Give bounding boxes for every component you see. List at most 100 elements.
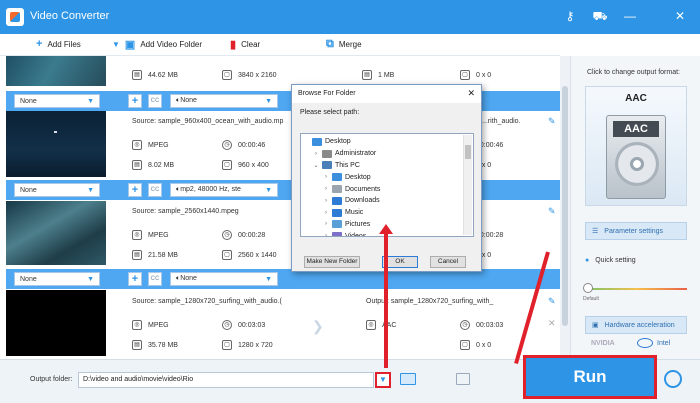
run-button[interactable]: Run <box>523 355 657 399</box>
add-subtitle-button[interactable]: + <box>128 183 142 197</box>
quality-slider-track[interactable] <box>587 288 687 290</box>
merge-output-icon[interactable] <box>456 373 470 385</box>
cc-icon[interactable]: CC <box>148 272 162 286</box>
trash-icon: ▮ <box>230 39 237 51</box>
tree-item[interactable]: › Videos <box>303 230 380 236</box>
format-label: AAC <box>625 93 647 104</box>
chevron-right-icon[interactable]: › <box>323 198 329 204</box>
cc-icon[interactable]: CC <box>148 94 162 108</box>
close-icon[interactable]: ✕ <box>548 318 556 329</box>
resolution-icon: ▢ <box>222 160 232 170</box>
add-video-folder-button[interactable]: ▼ ▣ Add Video Folder <box>112 38 202 51</box>
output-format-selector[interactable]: AAC AAC <box>585 86 687 206</box>
tree-item[interactable]: › Pictures <box>303 219 380 231</box>
tree-item[interactable]: ⌄ This PC <box>303 160 380 172</box>
open-folder-icon[interactable] <box>400 373 416 385</box>
chevron-right-icon[interactable]: › <box>323 186 329 192</box>
tree-item[interactable]: › Music <box>303 207 380 219</box>
dialog-close-icon[interactable]: ✕ <box>467 88 475 99</box>
subtitle-dropdown[interactable]: None ▼ <box>14 272 100 286</box>
chevron-down-icon: ▼ <box>87 97 94 105</box>
source-duration: ◷ 00:00:46 <box>222 140 265 150</box>
make-new-folder-button[interactable]: Make New Folder <box>304 256 360 268</box>
minimize-icon[interactable]: — <box>622 8 638 24</box>
chevron-right-icon[interactable]: › <box>323 221 329 227</box>
chevron-right-icon[interactable]: › <box>323 210 329 216</box>
source-resolution: ▢ 2560 x 1440 <box>222 250 277 260</box>
tree-item[interactable]: › Administrator <box>303 148 380 160</box>
aac-tag: AAC <box>613 121 659 137</box>
edit-icon[interactable]: ✎ <box>548 206 556 217</box>
quality-slider-handle[interactable] <box>583 283 593 293</box>
title-bar: Video Converter ⚷ ⛟ — ✕ <box>0 0 700 34</box>
speaker-icon: 🔈︎None <box>176 275 197 282</box>
hardware-acceleration-button[interactable]: ▣ Hardware acceleration <box>585 316 687 334</box>
output-resolution: ▢0 x 0 <box>460 340 491 350</box>
format-icon: ◎ <box>132 320 142 330</box>
tree-item[interactable]: Desktop <box>303 136 380 148</box>
subtitle-dropdown[interactable]: None ▼ <box>14 94 100 108</box>
chevron-down-icon: ▼ <box>379 375 387 384</box>
intel-label[interactable]: Intel <box>657 340 670 347</box>
output-folder-field[interactable]: D:\video and audio\movie\video\Rio <box>78 372 374 388</box>
clear-button[interactable]: ▮ Clear <box>230 38 260 51</box>
audio-track-dropdown[interactable]: 🔈︎None ▼ <box>170 94 278 108</box>
annotation-arrow-head <box>379 224 393 234</box>
audio-track-dropdown[interactable]: 🔈︎mp2, 48000 Hz, ste ▼ <box>170 183 278 197</box>
video-thumbnail[interactable] <box>6 290 106 356</box>
toolbar: + Add Files ▼ ▣ Add Video Folder ▮ Clear… <box>0 34 560 56</box>
aac-format-icon: AAC <box>606 115 666 199</box>
clock-icon: ◷ <box>222 140 232 150</box>
edit-icon[interactable]: ✎ <box>548 296 556 307</box>
file-size-icon: ▤ <box>132 250 142 260</box>
chevron-right-icon[interactable]: › <box>323 174 329 180</box>
tree-item[interactable]: › Documents <box>303 183 380 195</box>
audio-track-dropdown[interactable]: 🔈︎None ▼ <box>170 272 278 286</box>
tree-item[interactable]: › Downloads <box>303 195 380 207</box>
chevron-right-icon[interactable]: › <box>313 151 319 157</box>
video-thumbnail[interactable] <box>6 111 106 177</box>
tree-scrollbar[interactable] <box>463 135 472 235</box>
dialog-prompt: Please select path: <box>300 109 360 116</box>
speaker-icon: 🔈︎mp2, 48000 Hz, ste <box>176 186 241 193</box>
nvidia-badge[interactable]: NVIDIA <box>591 340 615 347</box>
close-icon[interactable]: ✕ <box>672 8 688 24</box>
source-resolution: ▢ 1280 x 720 <box>222 340 273 350</box>
file-size-icon: ▤ <box>132 160 142 170</box>
tree-item-label: Administrator <box>335 150 377 158</box>
source-size: ▤ 8.02 MB <box>132 160 174 170</box>
subtitle-dropdown[interactable]: None ▼ <box>14 183 100 197</box>
chevron-right-icon[interactable]: › <box>323 233 329 236</box>
edit-icon[interactable]: ✎ <box>548 116 556 127</box>
folder-icon <box>332 220 342 229</box>
cancel-button[interactable]: Cancel <box>430 256 466 268</box>
chevron-down-icon: ▼ <box>87 186 94 194</box>
chevron-down-icon[interactable]: ⌄ <box>313 162 319 169</box>
merge-button[interactable]: ⧉ Merge <box>326 38 362 51</box>
add-files-button[interactable]: + Add Files <box>36 38 81 50</box>
key-icon[interactable]: ⚷ <box>562 8 578 24</box>
add-subtitle-button[interactable]: + <box>128 272 142 286</box>
output-folder-dropdown-button[interactable]: ▼ <box>375 372 391 388</box>
folder-icon <box>322 149 332 158</box>
source-size: ▤ 35.78 MB <box>132 340 178 350</box>
video-thumbnail[interactable] <box>6 56 106 86</box>
cart-icon[interactable]: ⛟ <box>592 8 608 24</box>
add-subtitle-button[interactable]: + <box>128 94 142 108</box>
file-size-icon: ▤ <box>132 340 142 350</box>
parameter-settings-button[interactable]: ☰ Parameter settings <box>585 222 687 240</box>
folder-icon <box>332 173 342 182</box>
file-list-scrollbar[interactable] <box>560 56 570 359</box>
alarm-clock-icon[interactable] <box>664 370 682 388</box>
dot-icon: ● <box>585 257 590 264</box>
source-file-name: Source: sample_2560x1440.mpeg <box>132 208 239 215</box>
folder-plus-icon: ▣ <box>124 39 136 51</box>
scrollbar-thumb[interactable] <box>465 145 471 159</box>
folder-tree[interactable]: Desktop › Administrator ⌄ This PC › Desktop › Do… <box>300 133 474 237</box>
tree-item[interactable]: › Desktop <box>303 171 380 183</box>
video-thumbnail[interactable] <box>6 201 106 265</box>
source-size: ▤ 44.62 MB <box>132 70 178 80</box>
cc-icon[interactable]: CC <box>148 183 162 197</box>
scrollbar-thumb[interactable] <box>562 86 568 326</box>
speaker-icon: 🔈︎None <box>176 97 197 104</box>
